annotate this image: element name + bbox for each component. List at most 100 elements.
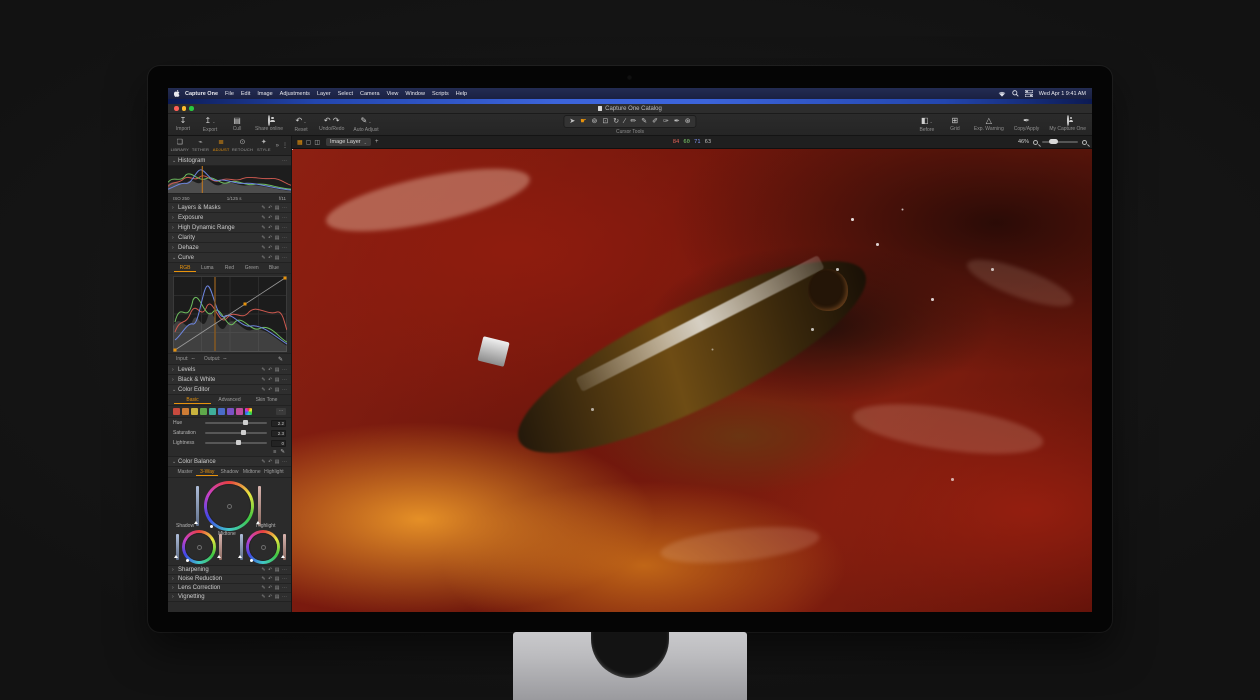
zoom-out-icon[interactable] bbox=[1033, 140, 1038, 145]
split-view-icon[interactable]: ◫ bbox=[314, 139, 320, 146]
preset-icon[interactable]: ▤ bbox=[275, 245, 280, 251]
zoom-level[interactable]: 46% bbox=[1018, 139, 1029, 145]
tab-overflow-icon[interactable]: » bbox=[275, 143, 280, 149]
reset-icon[interactable]: ↶ bbox=[268, 215, 272, 221]
more-icon[interactable]: ⋯ bbox=[282, 594, 287, 600]
menu-item-capture-one[interactable]: Capture One bbox=[185, 91, 218, 97]
panel-header-color-balance[interactable]: ⌄ Color Balance ✎↶▤⋯ bbox=[168, 457, 291, 467]
minimize-window-button[interactable] bbox=[182, 106, 187, 111]
menu-item-camera[interactable]: Camera bbox=[360, 91, 380, 97]
tab-green[interactable]: Green bbox=[241, 264, 263, 272]
reset-icon[interactable]: ↶ bbox=[268, 255, 272, 261]
tab-menu-icon[interactable]: ⋮ bbox=[281, 142, 289, 149]
highlight-wheel[interactable] bbox=[246, 530, 280, 564]
curve-input-value[interactable]: -- bbox=[192, 356, 195, 362]
zoom-window-button[interactable] bbox=[189, 106, 194, 111]
lightness-value[interactable]: 0 bbox=[271, 440, 286, 447]
preset-icon[interactable]: ▤ bbox=[275, 205, 280, 211]
more-icon[interactable]: ⋯ bbox=[282, 367, 287, 373]
menu-clock[interactable]: Wed Apr 1 9:41 AM bbox=[1039, 91, 1086, 97]
menu-item-edit[interactable]: Edit bbox=[241, 91, 250, 97]
local-adjust-icon[interactable]: ✎ bbox=[261, 459, 265, 465]
highlight-lightness-slider[interactable] bbox=[240, 534, 243, 560]
preset-icon[interactable]: ▤ bbox=[275, 585, 280, 591]
my-capture-one-button[interactable]: My Capture One bbox=[1049, 117, 1086, 132]
midtone-lightness-slider[interactable] bbox=[196, 486, 199, 526]
local-adjust-icon[interactable]: ✎ bbox=[261, 594, 265, 600]
crop-tool-icon[interactable]: ⊡ bbox=[602, 117, 608, 126]
panel-row-dehaze[interactable]: ›Dehaze✎↶▤⋯ bbox=[168, 243, 291, 253]
menu-item-view[interactable]: View bbox=[387, 91, 399, 97]
add-layer-button[interactable]: + bbox=[375, 139, 379, 145]
more-icon[interactable]: ⋯ bbox=[282, 255, 287, 261]
more-icon[interactable]: ⋯ bbox=[282, 245, 287, 251]
tab-library[interactable]: ❏LIBRARY bbox=[170, 139, 190, 152]
local-adjust-icon[interactable]: ✎ bbox=[261, 235, 265, 241]
auto-adjust-button[interactable]: ✎⌄Auto Adjust bbox=[353, 117, 378, 133]
reset-icon[interactable]: ↶ bbox=[268, 205, 272, 211]
panel-row-levels[interactable]: ›Levels✎↶▤⋯ bbox=[168, 365, 291, 375]
midtone-wheel[interactable] bbox=[204, 481, 254, 531]
reset-icon[interactable]: ↶ bbox=[268, 567, 272, 573]
menu-item-select[interactable]: Select bbox=[338, 91, 353, 97]
tab-tether[interactable]: ⌁TETHER bbox=[191, 139, 211, 152]
color-swatch-7[interactable] bbox=[236, 408, 243, 415]
color-swatch-4[interactable] bbox=[209, 408, 216, 415]
color-swatch-2[interactable] bbox=[191, 408, 198, 415]
loupe-tool-icon[interactable]: ⊚ bbox=[592, 117, 598, 126]
more-icon[interactable]: ⋯ bbox=[282, 377, 287, 383]
preset-icon[interactable]: ▤ bbox=[275, 377, 280, 383]
panel-row-lens-correction[interactable]: ›Lens Correction✎↶▤⋯ bbox=[168, 584, 291, 593]
tab-midtone[interactable]: Midtone bbox=[241, 468, 263, 476]
local-adjust-icon[interactable]: ✎ bbox=[261, 387, 265, 393]
curve-output-value[interactable]: -- bbox=[223, 356, 226, 362]
menu-item-adjustments[interactable]: Adjustments bbox=[280, 91, 310, 97]
heal-tool-icon[interactable]: ⊛ bbox=[685, 117, 691, 126]
tab-highlight[interactable]: Highlight bbox=[263, 468, 285, 476]
panel-row-vignetting[interactable]: ›Vignetting✎↶▤⋯ bbox=[168, 593, 291, 602]
swatch-more-button[interactable]: ⋯ bbox=[276, 408, 286, 415]
panel-header-curve[interactable]: ⌄ Curve ✎↶▤⋯ bbox=[168, 253, 291, 263]
zoom-in-icon[interactable] bbox=[1082, 140, 1087, 145]
tab-rgb[interactable]: RGB bbox=[174, 264, 196, 272]
panel-row-exposure[interactable]: ›Exposure✎↶▤⋯ bbox=[168, 213, 291, 223]
tab-adjust[interactable]: ≣ADJUST bbox=[211, 139, 231, 152]
reset-icon[interactable]: ↶ bbox=[268, 459, 272, 465]
local-adjust-icon[interactable]: ✎ bbox=[261, 225, 265, 231]
color-swatch-1[interactable] bbox=[182, 408, 189, 415]
saturation-slider[interactable] bbox=[205, 432, 267, 434]
more-icon[interactable]: ⋯ bbox=[282, 205, 287, 211]
shadow-wheel[interactable] bbox=[182, 530, 216, 564]
midtone-saturation-slider[interactable] bbox=[258, 486, 261, 526]
color-range-icon[interactable]: ≡ bbox=[273, 449, 276, 455]
local-adjust-icon[interactable]: ✎ bbox=[261, 585, 265, 591]
preset-icon[interactable]: ▤ bbox=[275, 215, 280, 221]
copy-apply-button[interactable]: ✒Copy/Apply bbox=[1014, 117, 1040, 132]
reset-button[interactable]: ↶⌄Reset bbox=[292, 117, 310, 133]
grid-button[interactable]: ⊞Grid bbox=[946, 117, 964, 132]
reset-icon[interactable]: ↶ bbox=[268, 367, 272, 373]
reset-icon[interactable]: ↶ bbox=[268, 225, 272, 231]
tab-style[interactable]: ✦STYLE bbox=[254, 139, 274, 152]
tab-luma[interactable]: Luma bbox=[196, 264, 218, 272]
exp-warning-button[interactable]: △Exp. Warning bbox=[974, 117, 1004, 132]
import-button[interactable]: ↧Import bbox=[174, 117, 192, 132]
preset-icon[interactable]: ▤ bbox=[275, 459, 280, 465]
apple-menu-icon[interactable] bbox=[174, 90, 180, 97]
hand-tool-icon[interactable]: ☛ bbox=[580, 117, 586, 126]
preset-icon[interactable]: ▤ bbox=[275, 225, 280, 231]
zoom-slider[interactable] bbox=[1042, 141, 1078, 143]
local-adjust-icon[interactable]: ✎ bbox=[261, 576, 265, 582]
color-swatch-5[interactable] bbox=[218, 408, 225, 415]
reset-icon[interactable]: ↶ bbox=[268, 377, 272, 383]
tab-retouch[interactable]: ⊙RETOUCH bbox=[232, 139, 253, 152]
highlight-saturation-slider[interactable] bbox=[283, 534, 286, 560]
more-icon[interactable]: ⋯ bbox=[282, 215, 287, 221]
tab-shadow[interactable]: Shadow bbox=[218, 468, 240, 476]
preset-icon[interactable]: ▤ bbox=[275, 567, 280, 573]
reset-icon[interactable]: ↶ bbox=[268, 245, 272, 251]
preset-icon[interactable]: ▤ bbox=[275, 255, 280, 261]
local-adjust-icon[interactable]: ✎ bbox=[261, 255, 265, 261]
curve-graph[interactable] bbox=[168, 274, 291, 354]
preset-icon[interactable]: ▤ bbox=[275, 387, 280, 393]
